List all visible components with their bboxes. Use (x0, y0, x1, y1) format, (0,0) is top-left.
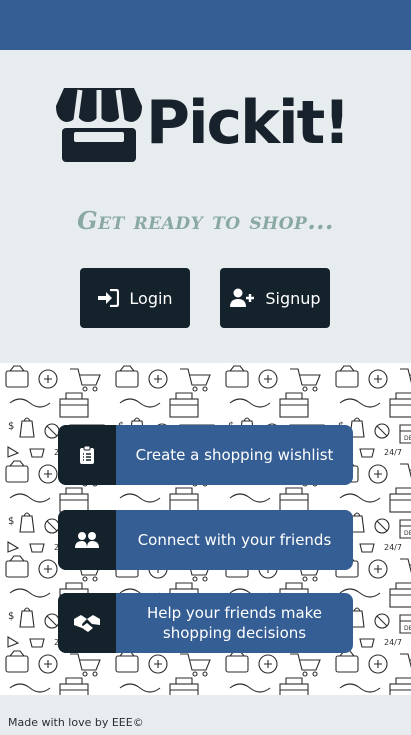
feature-wishlist: Create a shopping wishlist (58, 425, 353, 485)
storefront-icon (56, 88, 142, 162)
sign-in-icon (97, 289, 120, 307)
feature-icon-box (58, 593, 116, 653)
feature-connect-friends: Connect with your friends (58, 510, 353, 570)
feature-icon-box (58, 425, 116, 485)
tagline: Get ready to shop... (77, 206, 334, 235)
user-plus-icon (229, 288, 255, 308)
feature-label: Create a shopping wishlist (135, 445, 334, 464)
login-label: Login (129, 288, 173, 308)
signup-label: Signup (265, 288, 321, 308)
top-navbar (0, 0, 411, 50)
login-button[interactable]: Login (80, 268, 190, 328)
handshake-icon (74, 615, 100, 632)
feature-icon-box (58, 510, 116, 570)
app-logo: Pickit! (54, 86, 354, 164)
users-icon (75, 532, 99, 548)
feature-label: Help your friends make shopping decision… (146, 603, 323, 642)
feature-label: Connect with your friends (137, 530, 332, 549)
clipboard-list-icon (80, 445, 94, 464)
feature-help-friends: Help your friends make shopping decision… (58, 593, 353, 653)
app-name: Pickit! (146, 88, 351, 158)
footer-credit: Made with love by EEE© (8, 716, 144, 729)
signup-button[interactable]: Signup (220, 268, 330, 328)
